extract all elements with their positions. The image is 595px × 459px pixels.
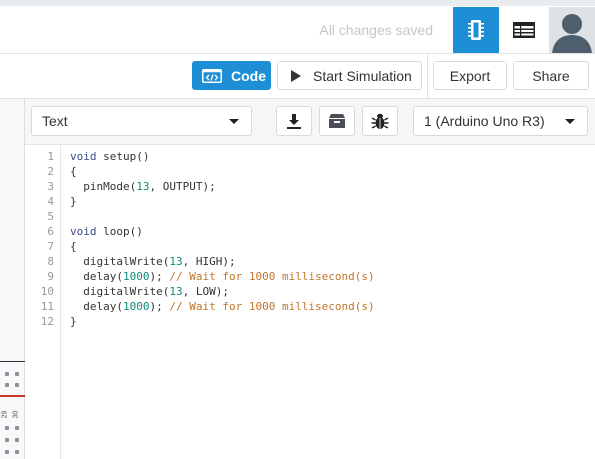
code-line[interactable]: void setup() (70, 150, 149, 163)
code-token: 13 (169, 255, 183, 268)
code-token: { (70, 165, 77, 178)
chip-icon (468, 20, 484, 40)
line-number: 2 (47, 165, 54, 178)
component-list-button[interactable] (501, 7, 547, 53)
code-token: digitalWrite( (70, 285, 170, 298)
code-line[interactable]: delay(1000); // Wait for 1000 millisecon… (70, 300, 375, 313)
code-token: digitalWrite( (70, 255, 170, 268)
breadboard-hole (15, 372, 19, 376)
breadboard-hole (5, 372, 9, 376)
breadboard-power-rail (0, 395, 25, 397)
line-number: 9 (47, 270, 54, 283)
line-number: 3 (47, 180, 54, 193)
code-line[interactable]: digitalWrite(13, LOW); (70, 285, 229, 298)
code-token: 1000 (122, 300, 150, 313)
code-line[interactable]: } (70, 195, 77, 208)
breadboard-hole (15, 383, 19, 387)
code-button-label: Code (231, 67, 266, 84)
code-icon (202, 68, 222, 83)
header-top-strip (0, 0, 595, 6)
code-line[interactable]: delay(1000); // Wait for 1000 millisecon… (70, 270, 375, 283)
circuit-canvas-edge[interactable]: 29 30 (0, 99, 25, 459)
code-token: pinMode( (70, 180, 137, 193)
code-token: delay( (70, 270, 123, 283)
code-button[interactable]: Code (192, 61, 271, 90)
breadboard-hole (5, 438, 9, 442)
breadboard-hole (15, 438, 19, 442)
code-mode-select[interactable]: Text (31, 106, 252, 136)
play-icon (291, 69, 301, 82)
chevron-down-icon (565, 119, 575, 124)
toolbar-divider (427, 54, 428, 99)
components-view-button[interactable] (453, 7, 499, 53)
download-icon (287, 114, 301, 129)
export-button[interactable]: Export (433, 61, 507, 90)
code-token: 13 (136, 180, 150, 193)
code-line[interactable]: pinMode(13, OUTPUT); (70, 180, 216, 193)
table-list-icon (513, 22, 535, 38)
code-token: 13 (169, 285, 183, 298)
debugger-button[interactable] (362, 106, 398, 136)
code-line[interactable]: { (70, 165, 77, 178)
line-number: 11 (40, 300, 54, 313)
breadboard-hole (15, 450, 19, 454)
breadboard-hole (15, 426, 19, 430)
line-number: 5 (47, 210, 54, 223)
code-token: } (70, 195, 77, 208)
code-token: , LOW); (182, 285, 229, 298)
start-simulation-button[interactable]: Start Simulation (277, 61, 422, 90)
library-box-icon (329, 114, 345, 128)
user-avatar-icon (549, 7, 595, 53)
code-token: void (70, 150, 97, 163)
line-number-gutter: 1 2 3 4 5 6 7 8 9 10 11 12 (25, 145, 61, 459)
code-line[interactable]: { (70, 240, 77, 253)
libraries-button[interactable] (319, 106, 355, 136)
breadboard-edge-line (0, 361, 25, 362)
code-token: { (70, 240, 77, 253)
code-token: // Wait for 1000 millisecond(s) (169, 270, 375, 283)
bug-icon (371, 113, 389, 129)
save-status: All changes saved (319, 22, 433, 38)
code-token: ); (149, 300, 170, 313)
breadboard-hole (5, 426, 9, 430)
code-token: , HIGH); (182, 255, 236, 268)
start-simulation-label: Start Simulation (313, 67, 412, 84)
line-number: 6 (47, 225, 54, 238)
download-code-button[interactable] (276, 106, 312, 136)
code-token: ); (149, 270, 170, 283)
breadboard-column-label: 29 (1, 410, 9, 419)
code-token: 1000 (122, 270, 150, 283)
code-token: void (70, 225, 97, 238)
board-select[interactable]: 1 (Arduino Uno R3) (413, 106, 588, 136)
code-token: setup() (96, 150, 150, 163)
code-token: loop() (96, 225, 143, 238)
code-line[interactable]: void loop() (70, 225, 143, 238)
breadboard-hole (5, 450, 9, 454)
line-number: 12 (40, 315, 54, 328)
code-editor[interactable]: void setup(){ pinMode(13, OUTPUT);} void … (61, 145, 595, 459)
code-token: , OUTPUT); (149, 180, 216, 193)
board-select-value: 1 (Arduino Uno R3) (424, 113, 545, 129)
share-button[interactable]: Share (513, 61, 589, 90)
breadboard-column-label: 30 (12, 410, 20, 419)
chevron-down-icon (229, 119, 239, 124)
line-number: 1 (47, 150, 54, 163)
user-avatar[interactable] (549, 7, 595, 53)
code-token: } (70, 315, 77, 328)
line-number: 7 (47, 240, 54, 253)
line-number: 10 (40, 285, 54, 298)
line-number: 4 (47, 195, 54, 208)
line-number: 8 (47, 255, 54, 268)
code-token: delay( (70, 300, 123, 313)
code-line[interactable]: } (70, 315, 77, 328)
code-mode-value: Text (42, 113, 68, 129)
code-token: // Wait for 1000 millisecond(s) (169, 300, 375, 313)
code-line[interactable]: digitalWrite(13, HIGH); (70, 255, 236, 268)
breadboard-hole (5, 383, 9, 387)
